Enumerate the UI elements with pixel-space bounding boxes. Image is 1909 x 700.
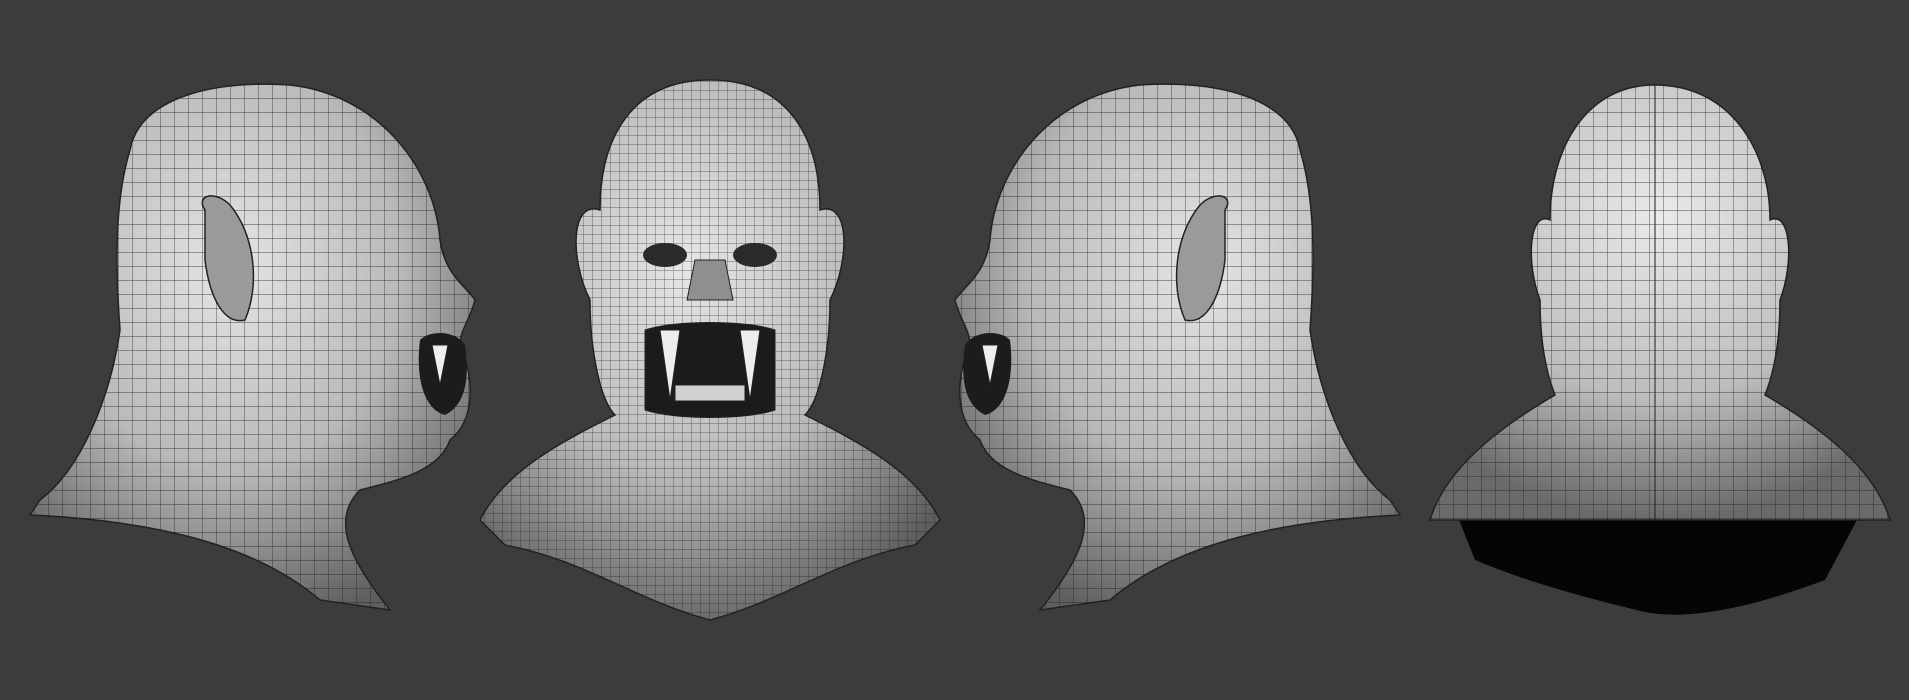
orc-head-profile-right — [28, 83, 476, 612]
mesh-view-left-profile — [950, 0, 1410, 640]
render-viewport — [0, 0, 1909, 700]
orc-head-back — [1428, 84, 1892, 615]
mesh-view-back — [1425, 0, 1895, 640]
orc-head-profile-left — [954, 83, 1402, 612]
mesh-view-front — [475, 0, 945, 640]
mesh-view-right-profile — [20, 0, 480, 640]
orc-head-front — [479, 79, 941, 621]
